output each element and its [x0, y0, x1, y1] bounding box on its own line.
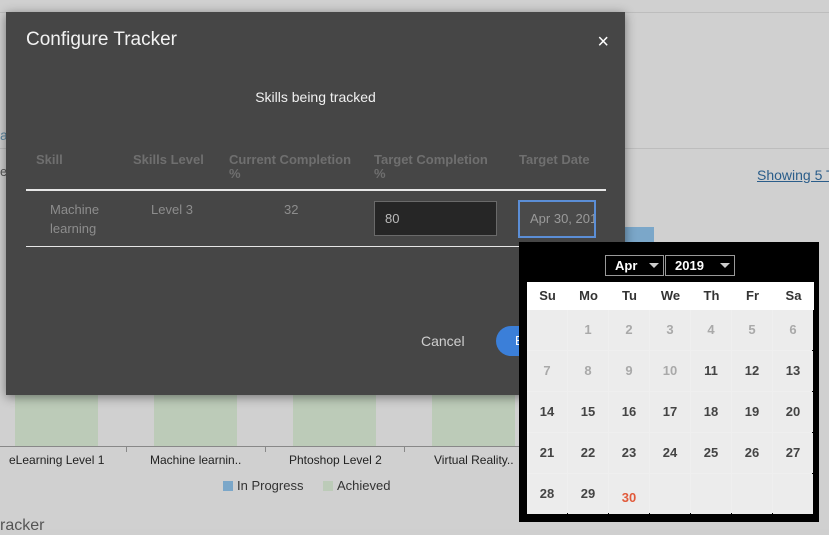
cell-current: 32 [284, 202, 299, 217]
column-header-target: Target Completion % [374, 152, 488, 181]
calendar-day[interactable]: 17 [650, 392, 690, 432]
calendar-day: 3 [650, 310, 690, 350]
chart-bar [15, 394, 98, 446]
calendar-day[interactable]: 16 [609, 392, 649, 432]
calendar-day[interactable]: 15 [568, 392, 608, 432]
x-tick-label: Machine learnin.. [150, 453, 242, 467]
calendar-empty-cell [527, 310, 567, 350]
close-icon[interactable]: × [597, 32, 609, 52]
calendar-day[interactable]: 26 [732, 433, 772, 473]
weekday-label: Tu [609, 282, 650, 310]
month-select-value: Apr [615, 258, 638, 273]
axis-tick [404, 446, 405, 452]
calendar-day: 2 [609, 310, 649, 350]
calendar-empty-cell [773, 474, 813, 514]
calendar-empty-cell [650, 474, 690, 514]
showing-link[interactable]: Showing 5 To [757, 167, 829, 183]
legend-label: Achieved [337, 478, 391, 493]
calendar-day: 8 [568, 351, 608, 391]
target-date-input[interactable]: Apr 30, 2019 [518, 200, 596, 238]
column-header-date: Target Date [519, 152, 590, 167]
column-header-level: Skills Level [133, 152, 204, 167]
x-tick-label: Phtoshop Level 2 [289, 453, 382, 467]
calendar-day: 5 [732, 310, 772, 350]
calendar-day[interactable]: 21 [527, 433, 567, 473]
calendar-day-selected[interactable]: 30 [609, 474, 649, 514]
calendar-day[interactable]: 13 [773, 351, 813, 391]
cancel-button[interactable]: Cancel [421, 333, 465, 349]
calendar-day[interactable]: 24 [650, 433, 690, 473]
year-select-value: 2019 [675, 258, 704, 273]
calendar-day: 9 [609, 351, 649, 391]
x-tick-label: Virtual Reality.. [434, 453, 514, 467]
calendar-day[interactable]: 25 [691, 433, 731, 473]
calendar-day[interactable]: 20 [773, 392, 813, 432]
modal-title: Configure Tracker [26, 29, 178, 50]
calendar-day: 4 [691, 310, 731, 350]
legend-swatch [223, 480, 233, 491]
weekday-label: Mo [568, 282, 609, 310]
calendar-day[interactable]: 23 [609, 433, 649, 473]
calendar-day: 7 [527, 351, 567, 391]
calendar-day[interactable]: 14 [527, 392, 567, 432]
legend-label: In Progress [237, 478, 304, 493]
target-completion-input[interactable]: 80 [374, 201, 497, 236]
weekday-label: Fr [732, 282, 773, 310]
calendar-grid: Su Mo Tu We Th Fr Sa 1 2 3 4 5 6 7 8 9 10 11 12 13 14 15 16 17 1… [527, 282, 814, 514]
year-select[interactable]: 2019 [665, 255, 735, 276]
table-header-divider [26, 189, 606, 191]
cell-level: Level 3 [151, 202, 193, 217]
chart-bar [625, 227, 654, 243]
calendar-day[interactable]: 28 [527, 474, 567, 514]
calendar-day: 1 [568, 310, 608, 350]
legend-item-in-progress[interactable]: In Progress [223, 478, 303, 493]
date-picker: Apr 2019 Su Mo Tu We Th Fr Sa 1 2 3 4 5 6 7 8 9 10 11 12 13… [519, 242, 819, 522]
calendar-day[interactable]: 22 [568, 433, 608, 473]
calendar-day[interactable]: 29 [568, 474, 608, 514]
weekday-label: Sa [773, 282, 814, 310]
column-header-current: Current Completion % [229, 152, 352, 181]
calendar-day[interactable]: 11 [691, 351, 731, 391]
chevron-down-icon [649, 263, 659, 268]
calendar-empty-cell [732, 474, 772, 514]
calendar-day[interactable]: 27 [773, 433, 813, 473]
legend-item-achieved[interactable]: Achieved [323, 478, 390, 493]
section-title-fragment: racker [0, 517, 45, 534]
calendar-empty-cell [691, 474, 731, 514]
calendar-day: 10 [650, 351, 690, 391]
chevron-down-icon [720, 263, 730, 268]
calendar-day[interactable]: 12 [732, 351, 772, 391]
month-select[interactable]: Apr [605, 255, 664, 276]
legend-swatch [323, 480, 333, 491]
axis-tick [126, 446, 127, 452]
calendar-day[interactable]: 18 [691, 392, 731, 432]
weekday-label: We [650, 282, 691, 310]
modal-subtitle: Skills being tracked [255, 89, 376, 105]
cell-skill: Machine learning [50, 202, 100, 236]
calendar-day[interactable]: 19 [732, 392, 772, 432]
x-tick-label: eLearning Level 1 [9, 453, 105, 467]
chart-bar [154, 394, 237, 446]
chart-bar [432, 394, 515, 446]
calendar-day: 6 [773, 310, 813, 350]
weekday-label: Su [527, 282, 568, 310]
column-header-skill: Skill [36, 152, 63, 167]
axis-tick [265, 446, 266, 452]
weekday-label: Th [691, 282, 732, 310]
chart-bar [293, 394, 376, 446]
chart-x-axis [0, 446, 520, 447]
